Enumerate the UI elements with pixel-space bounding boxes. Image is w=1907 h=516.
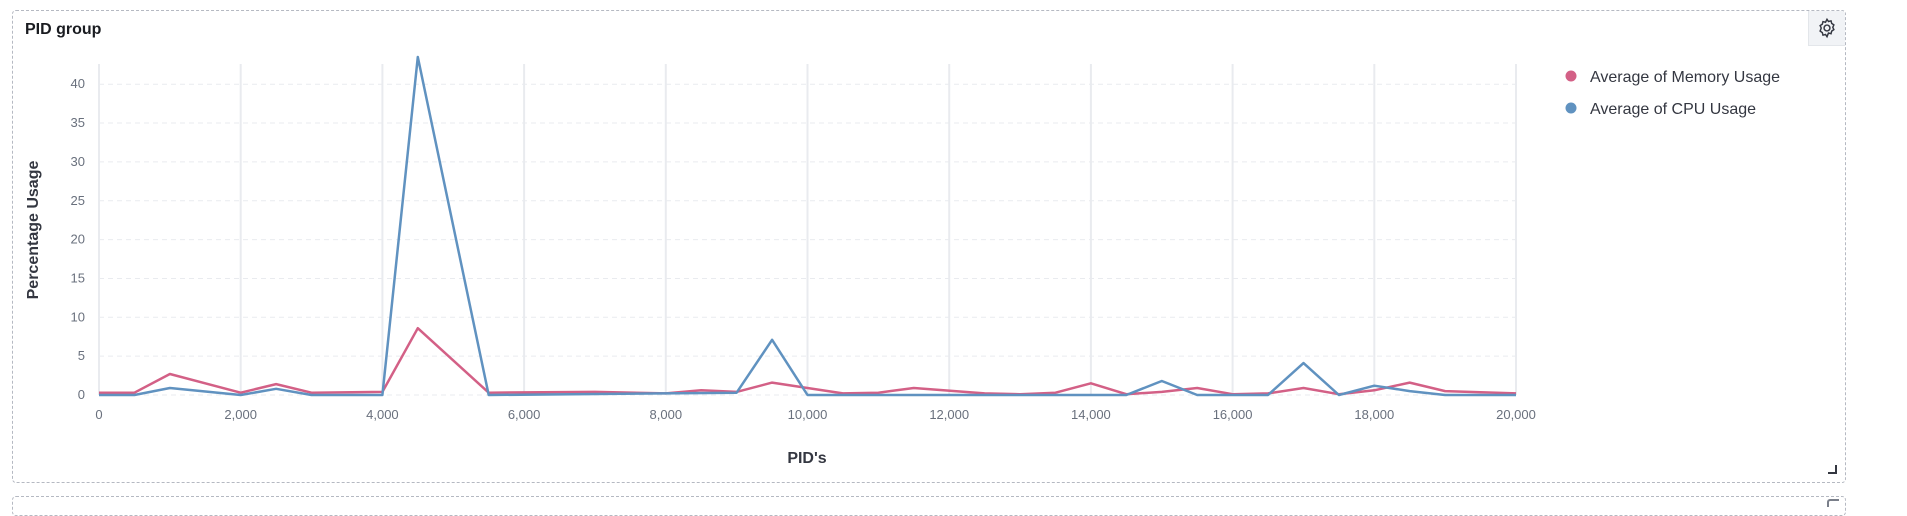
- x-tick-label: 2,000: [224, 407, 257, 422]
- y-tick-label: 40: [71, 76, 85, 91]
- x-tick-label: 20,000: [1496, 407, 1536, 422]
- y-tick-label: 15: [71, 270, 85, 285]
- y-tick-label: 0: [78, 387, 85, 402]
- chart-legend: Average of Memory Usage Average of CPU Us…: [1565, 69, 1781, 118]
- y-tick-label: 25: [71, 193, 85, 208]
- legend-item[interactable]: Average of CPU Usage: [1565, 101, 1757, 118]
- chart-grid: [98, 64, 1517, 396]
- x-tick-label: 12,000: [929, 407, 969, 422]
- legend-label: Average of CPU Usage: [1590, 101, 1756, 118]
- x-tick-label: 14,000: [1071, 407, 1111, 422]
- next-panel-edge: [12, 496, 1846, 516]
- y-tick-label: 20: [71, 232, 85, 247]
- y-axis-title: Percentage Usage: [25, 161, 42, 300]
- y-tick-label: 35: [71, 115, 85, 130]
- x-tick-label: 16,000: [1213, 407, 1253, 422]
- line-chart: 0 5 10 15 20 25 30 35 40 0 2,000 4,000 6,000 8,000 10,…: [25, 55, 1781, 467]
- x-tick-label: 10,000: [788, 407, 828, 422]
- x-tick-label: 18,000: [1354, 407, 1394, 422]
- legend-label: Average of Memory Usage: [1590, 69, 1780, 86]
- x-tick-label: 6,000: [508, 407, 541, 422]
- x-tick-label: 0: [95, 407, 102, 422]
- legend-item[interactable]: Average of Memory Usage: [1565, 69, 1781, 86]
- y-tick-label: 10: [71, 309, 85, 324]
- legend-swatch: [1565, 102, 1577, 114]
- x-tick-label: 8,000: [650, 407, 683, 422]
- chart-ticks: 0 5 10 15 20 25 30 35 40 0 2,000 4,000 6,000 8,000 10,…: [71, 76, 1536, 422]
- y-tick-label: 5: [78, 348, 85, 363]
- x-axis-title: PID's: [787, 450, 826, 467]
- y-tick-label: 30: [71, 154, 85, 169]
- x-tick-label: 4,000: [366, 407, 399, 422]
- legend-swatch: [1565, 70, 1577, 82]
- next-panel-gear-icon[interactable]: [1827, 499, 1839, 507]
